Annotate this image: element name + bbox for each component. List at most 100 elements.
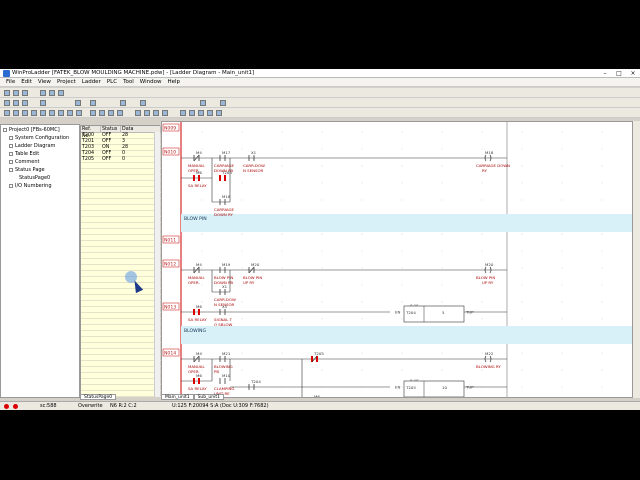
expand-icon[interactable]	[9, 143, 13, 148]
grid-dot	[401, 386, 403, 388]
tab-main-unit[interactable]: Main_unit1	[161, 394, 194, 400]
compile-icon[interactable]	[220, 100, 226, 106]
copy-icon[interactable]	[13, 100, 19, 106]
timer-preset: 10	[442, 385, 447, 390]
toolbar-ladder	[0, 108, 640, 118]
tree-node[interactable]: Ladder Diagram	[9, 143, 55, 149]
comment-icon[interactable]	[135, 110, 141, 116]
zoom-in-icon[interactable]	[75, 100, 81, 106]
timer-enable-label: EN	[395, 310, 400, 315]
toolbar-2	[0, 98, 640, 108]
delete-row-icon[interactable]	[162, 110, 168, 116]
network-icon[interactable]	[144, 110, 150, 116]
grid-dot	[281, 352, 283, 354]
minimize-button[interactable]: –	[598, 69, 612, 78]
tree-node[interactable]: Table Edit	[9, 151, 39, 157]
zoom-out-icon[interactable]	[90, 100, 96, 106]
app-icon	[3, 70, 10, 77]
print-icon[interactable]	[200, 100, 206, 106]
reset-icon[interactable]	[117, 110, 123, 116]
new-icon[interactable]	[4, 90, 10, 96]
grid-dot	[481, 250, 483, 252]
menu-ladder[interactable]: Ladder	[82, 79, 101, 85]
tree-node[interactable]: Status Page	[9, 167, 45, 173]
contact-comment: N SENSOR	[243, 168, 264, 173]
ladder-diagram[interactable]: N009 N010 N011 N012 N013 N014 BLOW PIN BLOWING M…	[161, 121, 633, 398]
tree-node[interactable]: Comment	[9, 159, 40, 165]
grid-dot	[481, 233, 483, 235]
tree-node[interactable]: I/O Numbering	[9, 183, 52, 189]
grid-dot	[441, 131, 443, 133]
vline-icon[interactable]	[76, 110, 82, 116]
expand-icon[interactable]	[9, 159, 13, 164]
grid-dot	[321, 369, 323, 371]
menu-window[interactable]: Window	[140, 79, 162, 85]
collapse-icon[interactable]	[9, 167, 13, 172]
set-icon[interactable]	[108, 110, 114, 116]
expand-icon[interactable]	[9, 151, 13, 156]
online-icon[interactable]	[58, 90, 64, 96]
rising-edge-icon[interactable]	[22, 110, 28, 116]
menu-edit[interactable]: Edit	[21, 79, 32, 85]
timer-icon[interactable]	[90, 110, 96, 116]
expand-icon[interactable]	[9, 183, 13, 188]
function-icon[interactable]	[58, 110, 64, 116]
title-bar: WinProLadder [FATEK_BLOW MOULDING MACHIN…	[0, 69, 640, 78]
unit-tab-bar: Main_unit1 Sub_unit1	[161, 394, 361, 401]
close-button[interactable]: ×	[626, 69, 640, 78]
edit-mode-icon[interactable]	[49, 90, 55, 96]
hline-icon[interactable]	[67, 110, 73, 116]
paste-icon[interactable]	[22, 100, 28, 106]
delete-all-icon[interactable]	[207, 110, 213, 116]
monitor-icon[interactable]	[40, 90, 46, 96]
cut-icon[interactable]	[4, 100, 10, 106]
counter-icon[interactable]	[99, 110, 105, 116]
contact-nc-icon[interactable]	[13, 110, 19, 116]
tree-node[interactable]: Project0 [FBs-60MC]	[3, 127, 60, 133]
grid-dot	[601, 386, 603, 388]
grid-dot	[281, 148, 283, 150]
menu-plc[interactable]: PLC	[107, 79, 117, 85]
open-icon[interactable]	[13, 90, 19, 96]
find-icon[interactable]	[40, 100, 46, 106]
grid-dot	[401, 131, 403, 133]
contact-address: M18	[222, 194, 231, 199]
tab-sub-unit[interactable]: Sub_unit1	[193, 394, 224, 400]
status-table-scrollbar[interactable]	[154, 132, 160, 397]
maximize-button[interactable]: □	[612, 69, 626, 78]
compare-icon[interactable]	[180, 110, 186, 116]
menu-tool[interactable]: Tool	[123, 79, 134, 85]
contact-address: T203	[221, 170, 232, 175]
collapse-icon[interactable]	[3, 127, 7, 132]
jump-icon[interactable]	[189, 110, 195, 116]
column-header[interactable]: Status	[101, 126, 121, 133]
contact-no-icon[interactable]	[4, 110, 10, 116]
save-icon[interactable]	[22, 90, 28, 96]
stop-icon[interactable]	[140, 100, 146, 106]
tree-node[interactable]: System Configuration	[9, 135, 69, 141]
expand-icon[interactable]	[9, 135, 13, 140]
ladder-scrollbar[interactable]	[633, 121, 640, 398]
grid-dot	[441, 199, 443, 201]
menu-file[interactable]: File	[6, 79, 15, 85]
coil-comment: BLOWING RY	[476, 364, 501, 369]
falling-edge-icon[interactable]	[31, 110, 37, 116]
not-coil-icon[interactable]	[49, 110, 55, 116]
contact-address: M4	[196, 150, 202, 155]
menu-view[interactable]: View	[38, 79, 51, 85]
coil-icon[interactable]	[40, 110, 46, 116]
contact-address: T204	[250, 379, 261, 384]
run-icon[interactable]	[120, 100, 126, 106]
delete-icon[interactable]	[198, 110, 204, 116]
menu-help[interactable]: Help	[167, 79, 180, 85]
contact-address: X1	[222, 284, 228, 289]
tree-node-selected[interactable]: StatusPage0	[19, 175, 50, 181]
close-mark-icon[interactable]	[216, 110, 222, 116]
grid-dot	[561, 386, 563, 388]
grid-dot	[521, 369, 523, 371]
tab-statuspage[interactable]: StatusPage0	[80, 394, 117, 400]
insert-row-icon[interactable]	[153, 110, 159, 116]
column-header[interactable]: Ref. No.	[81, 126, 101, 139]
menu-project[interactable]: Project	[57, 79, 76, 85]
network-label: N013	[164, 305, 176, 311]
